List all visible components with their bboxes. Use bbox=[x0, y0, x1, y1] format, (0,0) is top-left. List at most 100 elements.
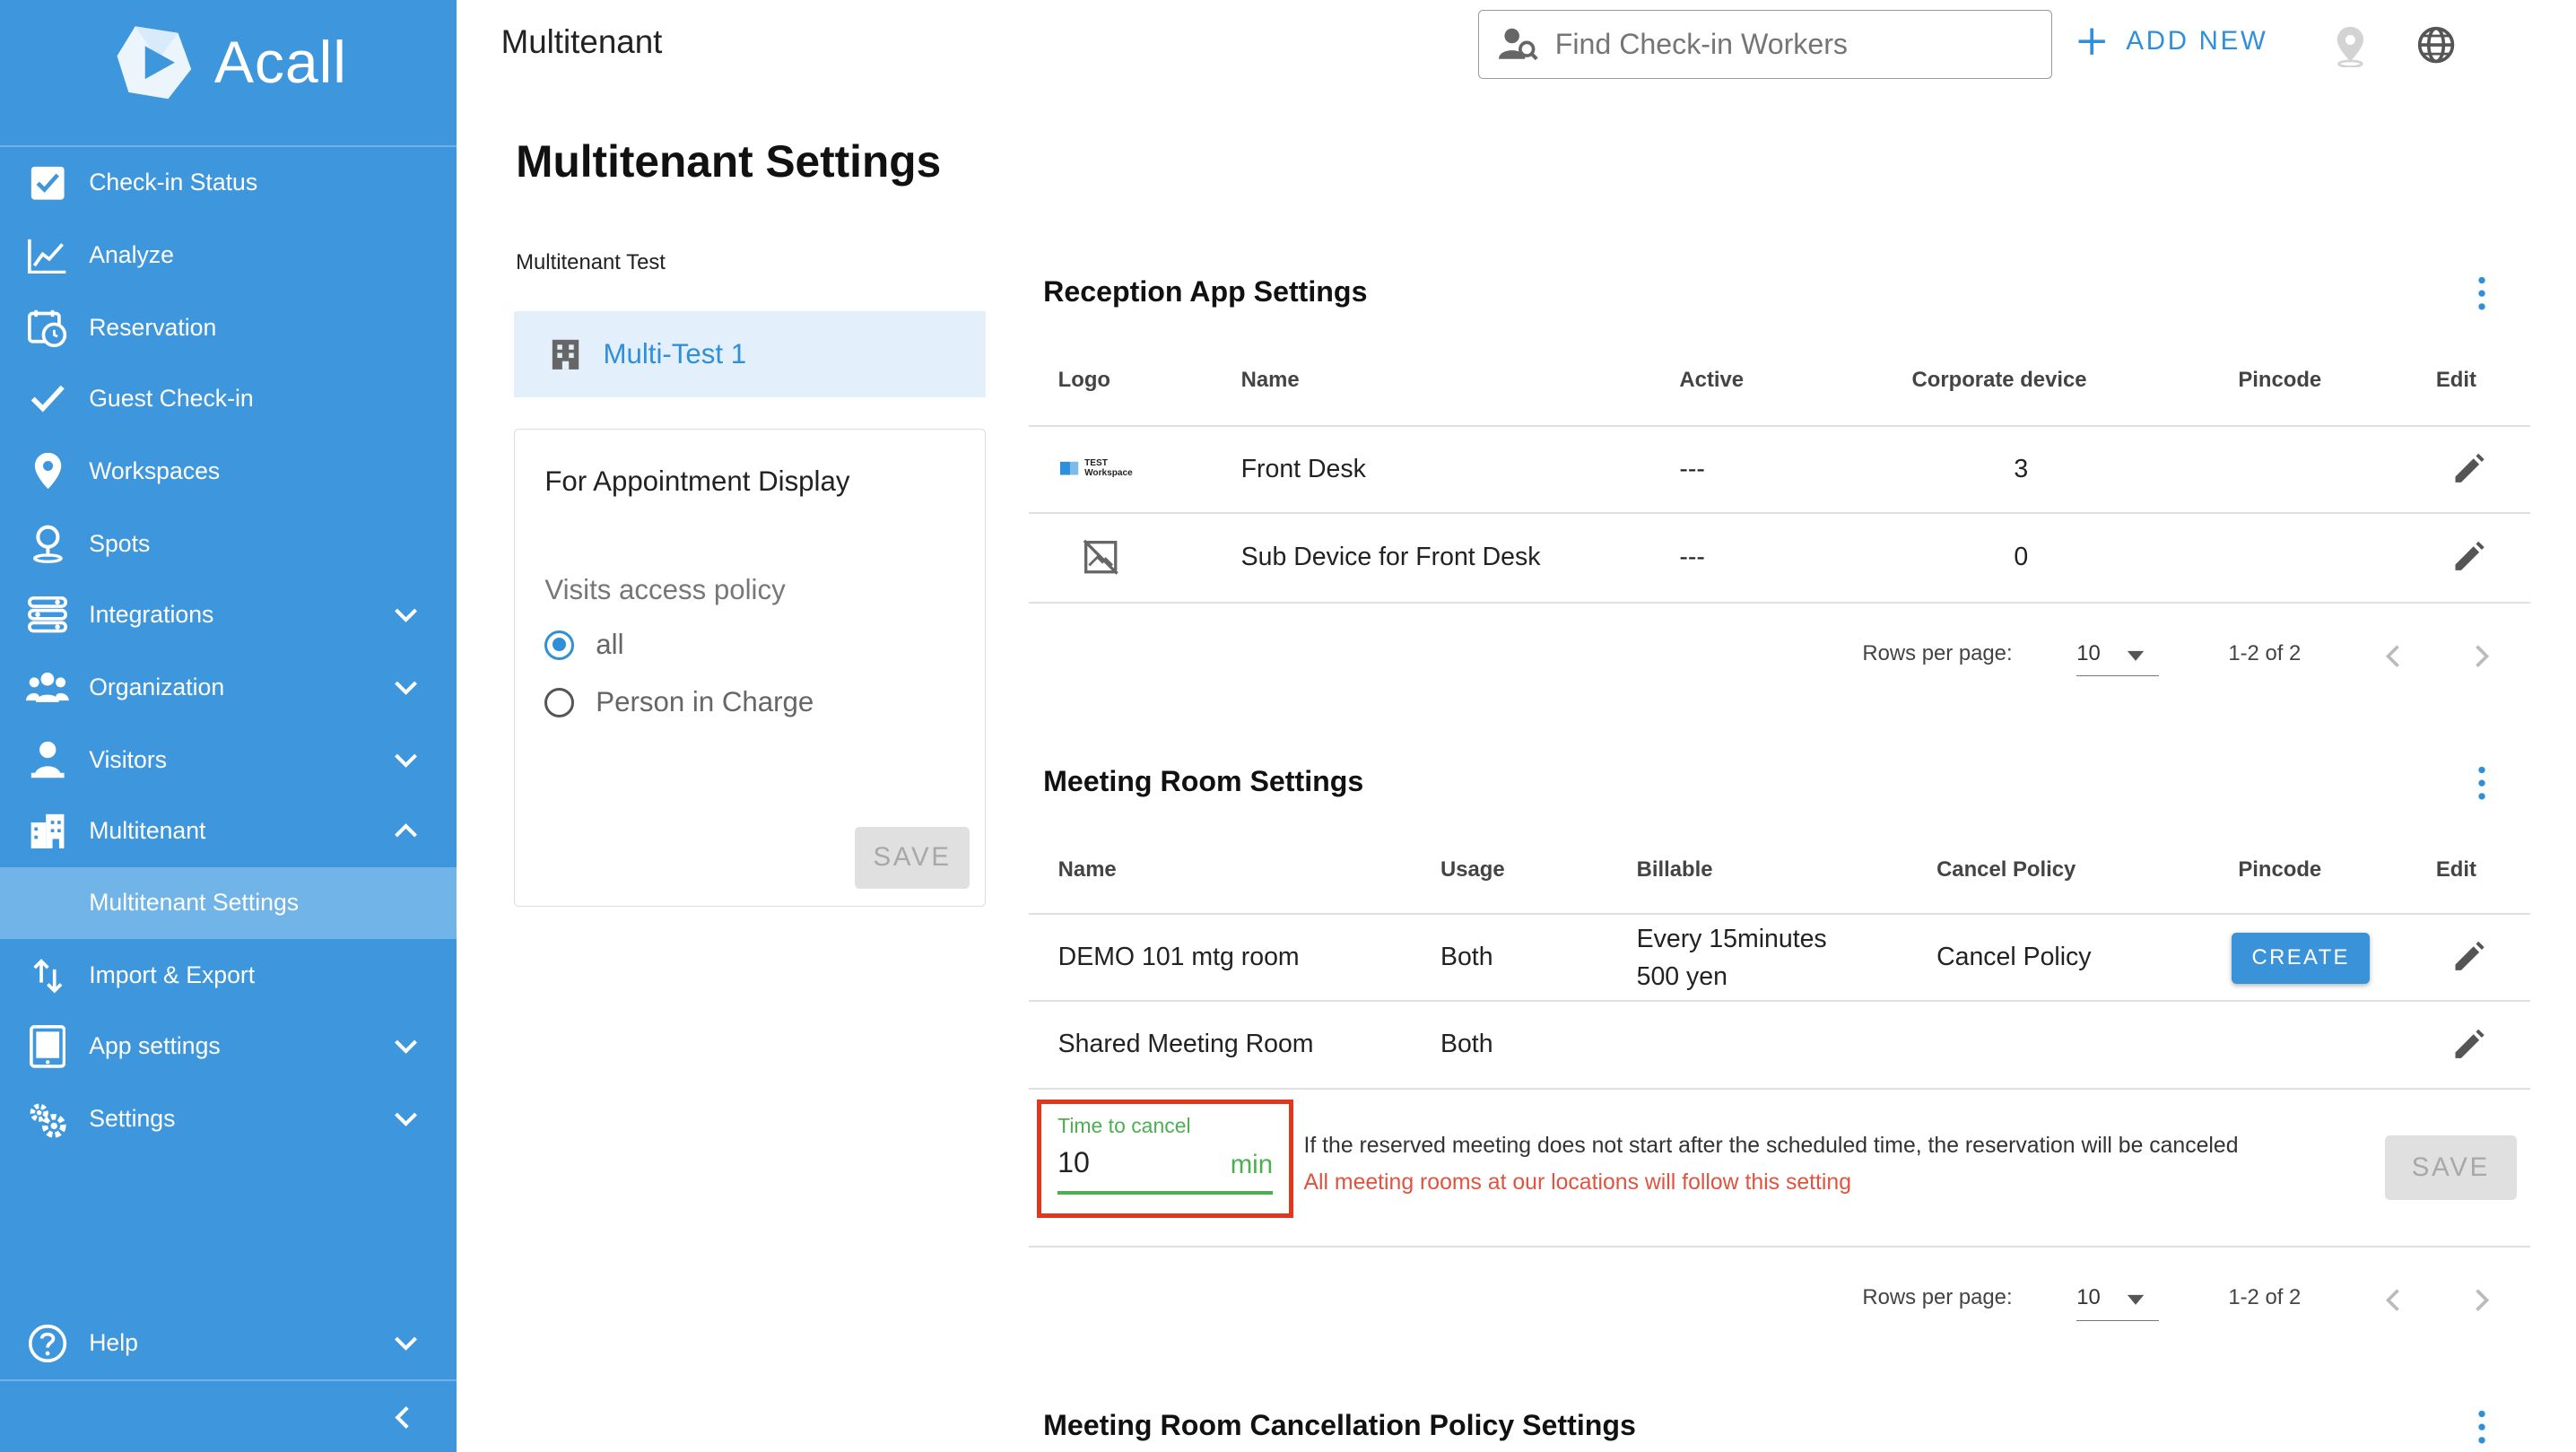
sidebar-item-visitors[interactable]: Visitors bbox=[0, 724, 457, 796]
card-title: For Appointment Display bbox=[544, 465, 850, 498]
table-divider bbox=[1028, 912, 2530, 915]
topbar-title: Multitenant bbox=[500, 22, 663, 60]
more-vert-icon[interactable] bbox=[2472, 275, 2492, 311]
cell-active: --- bbox=[1679, 542, 1705, 571]
edit-pencil-icon[interactable] bbox=[2450, 539, 2486, 575]
integrations-icon bbox=[26, 593, 69, 636]
more-vert-icon[interactable] bbox=[2472, 1409, 2492, 1445]
add-new-button[interactable]: ADD NEW bbox=[2074, 23, 2268, 59]
time-to-cancel-label: Time to cancel bbox=[1057, 1113, 1191, 1137]
sidebar-item-workspaces[interactable]: Workspaces bbox=[0, 435, 457, 508]
search-input[interactable] bbox=[1552, 26, 2037, 63]
pagination-range: 1-2 of 2 bbox=[2228, 1285, 2302, 1310]
meeting-section-title: Meeting Room Settings bbox=[1043, 764, 1364, 797]
acall-logo[interactable]: Acall bbox=[112, 20, 347, 106]
search-box[interactable] bbox=[1478, 10, 2052, 80]
time-to-cancel-field[interactable]: Time to cancel 10 min bbox=[1036, 1099, 1294, 1218]
cell-name: Front Desk bbox=[1240, 455, 1366, 484]
radio-all[interactable]: all bbox=[544, 629, 624, 661]
time-to-cancel-input[interactable]: 10 bbox=[1057, 1146, 1090, 1179]
sidebar-item-analyze[interactable]: Analyze bbox=[0, 219, 457, 291]
save-time-to-cancel-button[interactable]: SAVE bbox=[2384, 1135, 2517, 1200]
sidebar-item-reservation[interactable]: Reservation bbox=[0, 291, 457, 364]
next-page-icon[interactable] bbox=[2472, 643, 2492, 669]
radio-person-in-charge[interactable]: Person in Charge bbox=[544, 686, 814, 718]
sidebar-item-app-settings[interactable]: App settings bbox=[0, 1010, 457, 1082]
edit-pencil-icon[interactable] bbox=[2450, 1027, 2486, 1063]
policy-label: Visits access policy bbox=[544, 574, 786, 606]
chevron-down-icon bbox=[394, 1112, 417, 1127]
import-export-icon bbox=[26, 954, 69, 997]
cell-corporate-device: 3 bbox=[2014, 455, 2029, 484]
sidebar-divider bbox=[0, 1378, 457, 1381]
rows-per-page-select[interactable]: 10 bbox=[2076, 1281, 2160, 1321]
time-to-cancel-unit: min bbox=[1230, 1150, 1274, 1180]
rows-per-page-value: 10 bbox=[2076, 640, 2101, 665]
collapse-sidebar-icon[interactable] bbox=[389, 1403, 415, 1432]
dropdown-arrow-icon bbox=[2128, 1295, 2145, 1306]
more-vert-icon[interactable] bbox=[2472, 765, 2492, 801]
workspace-logo: TEST Workspace bbox=[1059, 457, 1151, 478]
reception-section-title: Reception App Settings bbox=[1043, 274, 1368, 308]
edit-pencil-icon[interactable] bbox=[2450, 939, 2486, 975]
table-divider bbox=[1028, 1000, 2530, 1003]
checkbox-icon bbox=[26, 161, 69, 204]
chart-icon bbox=[26, 234, 69, 277]
chevron-down-icon bbox=[394, 681, 417, 695]
sidebar-item-organization[interactable]: Organization bbox=[0, 651, 457, 724]
multitenant-label: Multitenant Test bbox=[516, 250, 666, 275]
sidebar-item-label: Guest Check-in bbox=[89, 385, 254, 413]
help-icon bbox=[26, 1322, 69, 1365]
radio-button[interactable] bbox=[544, 687, 575, 717]
col-logo: Logo bbox=[1057, 367, 1111, 392]
col-billable: Billable bbox=[1636, 856, 1713, 882]
sidebar-item-spots[interactable]: Spots bbox=[0, 508, 457, 580]
spot-pin-icon bbox=[26, 522, 69, 565]
sidebar-item-label: Reservation bbox=[89, 314, 217, 342]
radio-label: Person in Charge bbox=[596, 686, 814, 718]
workspace-logo-text: TEST Workspace bbox=[1084, 457, 1133, 478]
sidebar-item-label: Organization bbox=[89, 673, 225, 700]
cell-usage: Both bbox=[1440, 1030, 1493, 1059]
people-icon bbox=[26, 665, 70, 709]
cell-billable-line1: Every 15minutes bbox=[1636, 924, 1827, 953]
chevron-down-icon bbox=[394, 608, 417, 622]
tenant-item[interactable]: Multi-Test 1 bbox=[514, 311, 986, 397]
sidebar-item-multitenant[interactable]: Multitenant bbox=[0, 795, 457, 867]
col-cancel-policy: Cancel Policy bbox=[1936, 856, 2076, 882]
cell-name: DEMO 101 mtg room bbox=[1057, 943, 1300, 972]
sidebar-item-label: Import & Export bbox=[89, 961, 256, 989]
radio-button-checked[interactable] bbox=[544, 630, 575, 660]
sidebar-item-integrations[interactable]: Integrations bbox=[0, 578, 457, 651]
col-pincode: Pincode bbox=[2238, 367, 2322, 392]
col-edit: Edit bbox=[2435, 367, 2476, 392]
next-page-icon[interactable] bbox=[2472, 1287, 2492, 1313]
cell-cancel-policy: Cancel Policy bbox=[1936, 943, 2092, 972]
cell-corporate-device: 0 bbox=[2014, 542, 2029, 571]
building-icon bbox=[552, 339, 579, 370]
edit-pencil-icon[interactable] bbox=[2450, 451, 2486, 487]
sidebar-item-label: Check-in Status bbox=[89, 169, 258, 196]
prev-page-icon[interactable] bbox=[2383, 643, 2403, 669]
globe-icon[interactable] bbox=[2416, 25, 2456, 65]
sidebar-item-guest-check-in[interactable]: Guest Check-in bbox=[0, 362, 457, 435]
sidebar-item-check-in-status[interactable]: Check-in Status bbox=[0, 147, 457, 220]
sidebar-item-help[interactable]: Help bbox=[0, 1307, 457, 1379]
create-pincode-button[interactable]: CREATE bbox=[2231, 933, 2371, 984]
sidebar-item-settings[interactable]: Settings bbox=[0, 1082, 457, 1155]
rows-per-page-select[interactable]: 10 bbox=[2076, 636, 2160, 677]
cell-name: Shared Meeting Room bbox=[1057, 1030, 1314, 1059]
sidebar-item-multitenant-settings[interactable]: Multitenant Settings bbox=[0, 866, 457, 940]
sidebar-item-label: Analyze bbox=[89, 241, 174, 269]
cancellation-policy-title: Meeting Room Cancellation Policy Setting… bbox=[1043, 1409, 1636, 1442]
sidebar-item-label: Multitenant Settings bbox=[89, 889, 300, 917]
sidebar-item-label: App settings bbox=[89, 1032, 221, 1060]
sidebar: Acall Check-in Status Analyze Reservatio… bbox=[0, 0, 457, 1452]
table-divider bbox=[1028, 425, 2530, 427]
location-icon[interactable] bbox=[2334, 25, 2367, 68]
appointment-display-card: For Appointment Display Visits access po… bbox=[514, 428, 986, 907]
save-button[interactable]: SAVE bbox=[854, 826, 970, 890]
rows-per-page-value: 10 bbox=[2076, 1285, 2101, 1310]
sidebar-item-import-export[interactable]: Import & Export bbox=[0, 939, 457, 1012]
prev-page-icon[interactable] bbox=[2383, 1287, 2403, 1313]
